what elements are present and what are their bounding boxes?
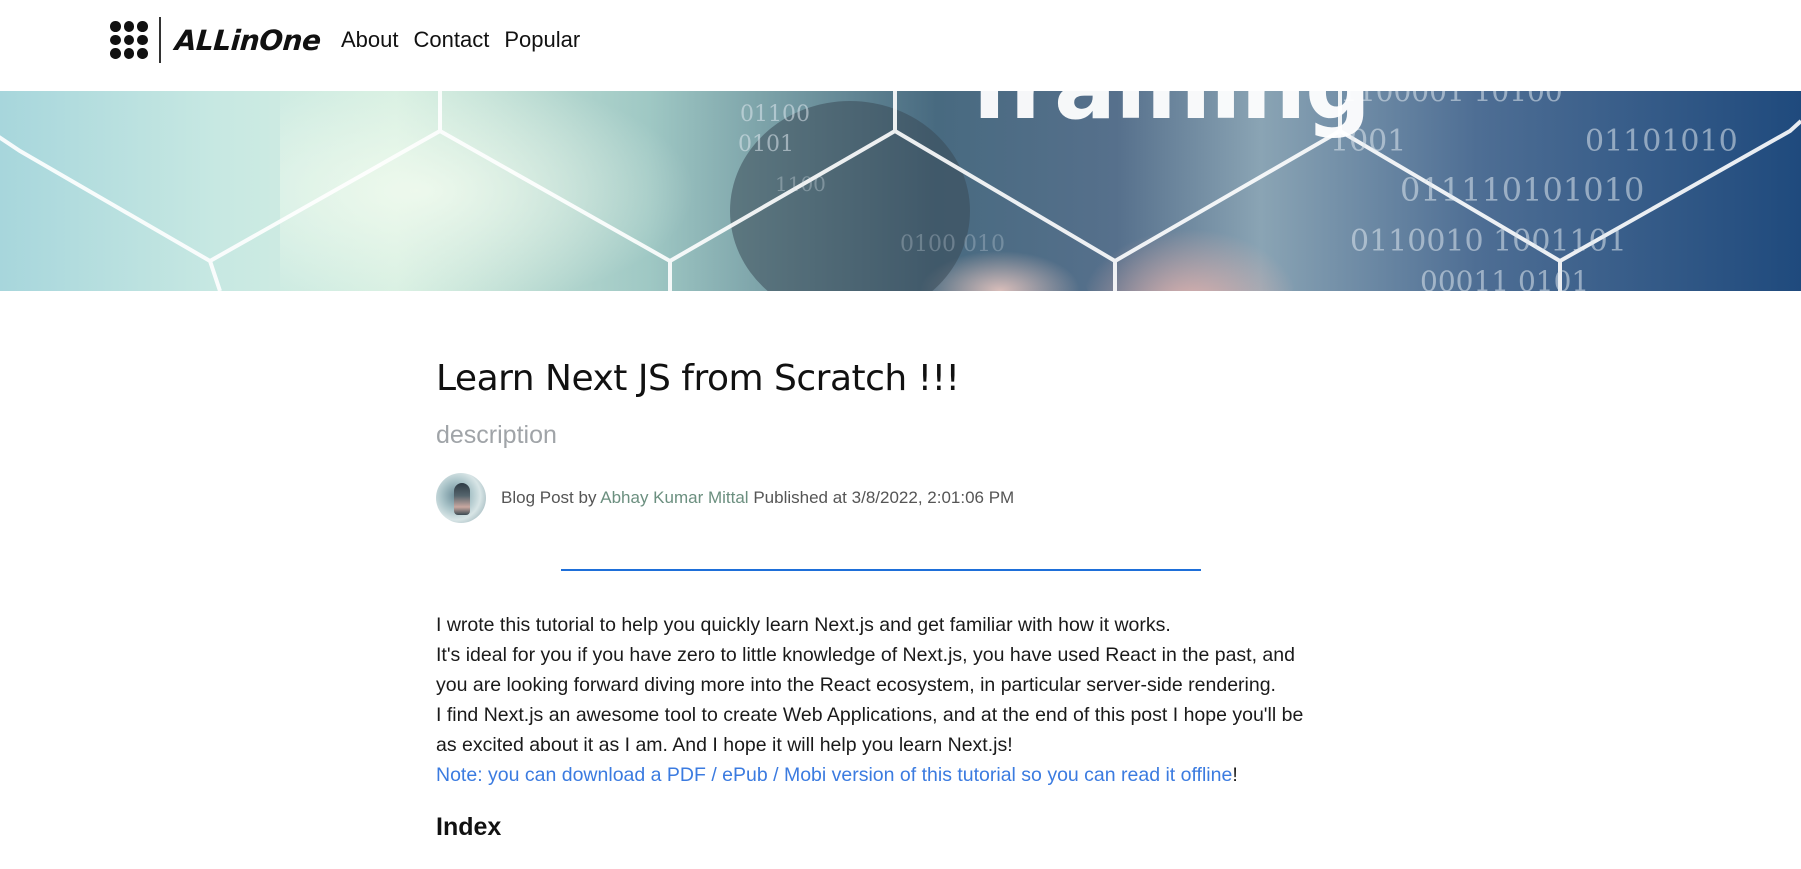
svg-text:0110010 1001101: 0110010 1001101	[1350, 224, 1627, 259]
body-paragraph: It's ideal for you if you have zero to l…	[436, 644, 1295, 696]
brand-separator	[159, 17, 161, 63]
post-description: description	[436, 421, 557, 449]
download-note-suffix: !	[1232, 764, 1238, 786]
title-divider	[561, 569, 1201, 571]
main-nav: About Contact Popular	[341, 26, 580, 54]
author-link[interactable]: Abhay Kumar Mittal	[600, 488, 748, 507]
svg-text:1100: 1100	[775, 172, 826, 196]
author-avatar[interactable]	[436, 473, 486, 523]
nav-link-contact[interactable]: Contact	[414, 26, 490, 54]
byline-text: Blog Post by Abhay Kumar Mittal Publishe…	[501, 488, 1014, 508]
post-body: I wrote this tutorial to help you quickl…	[436, 610, 1316, 790]
svg-text:0101: 0101	[738, 132, 794, 157]
post-title: Learn Next JS from Scratch !!!	[436, 358, 960, 399]
svg-text:01100: 01100	[740, 102, 810, 127]
body-paragraph: I wrote this tutorial to help you quickl…	[436, 614, 1171, 636]
body-paragraph: I find Next.js an awesome tool to create…	[436, 704, 1304, 756]
hero-banner-image: 01100 0101 1100 0100 010 1100001 10100 1…	[0, 91, 1801, 291]
download-note-link[interactable]: Note: you can download a PDF / ePub / Mo…	[436, 764, 1232, 786]
brand-name: ALLinOne	[173, 23, 322, 57]
grid-dots-icon	[110, 21, 148, 59]
brand-logo-link[interactable]: ALLinOne	[110, 16, 322, 64]
svg-text:01101010: 01101010	[1585, 124, 1738, 159]
svg-text:0100 010: 0100 010	[900, 232, 1005, 257]
index-heading: Index	[436, 813, 502, 841]
nav-link-about[interactable]: About	[341, 26, 399, 54]
published-date: 3/8/2022, 2:01:06 PM	[851, 488, 1015, 507]
article: Learn Next JS from Scratch !!! descripti…	[436, 356, 1316, 841]
svg-text:011110101010: 011110101010	[1400, 171, 1644, 209]
navbar: ALLinOne About Contact Popular	[0, 0, 1801, 91]
svg-text:1100001 10100: 1100001 10100	[1340, 91, 1563, 108]
download-note: Note: you can download a PDF / ePub / Mo…	[436, 760, 1316, 790]
nav-link-popular[interactable]: Popular	[504, 26, 580, 54]
hexagon-pattern: 01100 0101 1100 0100 010 1100001 10100 1…	[0, 91, 1801, 291]
post-byline: Blog Post by Abhay Kumar Mittal Publishe…	[436, 473, 1316, 523]
hero-title-text: Training	[958, 91, 1371, 140]
byline-prefix: Blog Post by	[501, 488, 597, 507]
published-label: Published at	[753, 488, 847, 507]
svg-text:00011 0101: 00011 0101	[1420, 265, 1589, 291]
